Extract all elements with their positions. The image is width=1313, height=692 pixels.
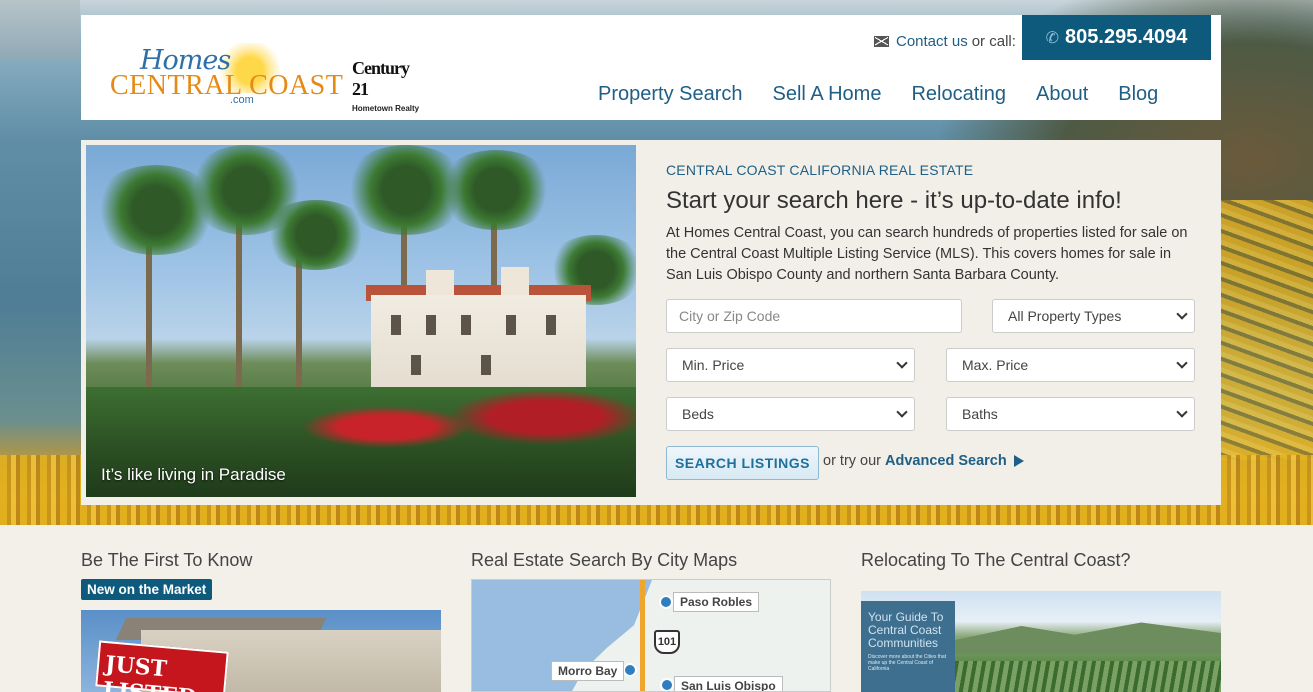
hero-photo: It’s like living in Paradise <box>86 145 636 497</box>
nav-blog[interactable]: Blog <box>1118 83 1158 106</box>
logo-central-coast-text: CENTRAL COAST <box>110 70 344 101</box>
wildflowers-right <box>1213 200 1313 460</box>
logo-com-text: .com <box>230 94 254 106</box>
max-price-select[interactable]: Max. Price <box>946 348 1195 382</box>
villa-window <box>391 315 401 335</box>
map-pin-icon <box>660 678 674 691</box>
contact-line: Contact us or call: <box>874 31 1016 51</box>
villa-window <box>461 315 471 335</box>
beds-select[interactable]: Beds <box>666 397 915 431</box>
map-label-morro-bay[interactable]: Morro Bay <box>551 661 625 681</box>
villa-tower <box>426 270 454 298</box>
contact-us-link[interactable]: Contact us <box>896 33 968 50</box>
chevron-down-icon <box>1176 406 1188 418</box>
envelope-icon <box>874 35 889 47</box>
city-zip-input[interactable]: City or Zip Code <box>666 299 962 333</box>
hero-panel: It’s like living in Paradise CENTRAL COA… <box>81 140 1221 505</box>
chevron-down-icon <box>896 357 908 369</box>
or-try-text: or try our <box>823 453 882 469</box>
max-price-value: Max. Price <box>962 357 1029 373</box>
chevron-down-icon <box>896 406 908 418</box>
chevron-down-icon <box>1176 308 1188 320</box>
relocating-image[interactable]: Your Guide To Central Coast Communities … <box>861 591 1221 692</box>
main-nav: Property Search Sell A Home Relocating A… <box>598 83 1188 106</box>
nav-sell-a-home[interactable]: Sell A Home <box>773 83 882 106</box>
palm-frond <box>436 150 556 230</box>
city-map[interactable]: 101 Paso Robles Morro Bay San Luis Obisp… <box>471 579 831 692</box>
baths-select[interactable]: Baths <box>946 397 1195 431</box>
search-panel: CENTRAL COAST CALIFORNIA REAL ESTATE Sta… <box>666 162 1201 286</box>
site-header: Homes CENTRAL COAST .com Century 21 Home… <box>81 15 1221 120</box>
highway-line <box>640 580 645 691</box>
min-price-value: Min. Price <box>682 357 745 373</box>
map-pin-icon <box>623 663 637 677</box>
villa-window <box>481 355 491 375</box>
first-to-know-title: Be The First To Know <box>81 550 253 570</box>
villa-window <box>546 315 556 335</box>
min-price-select[interactable]: Min. Price <box>666 348 915 382</box>
villa-window <box>426 315 436 335</box>
century21-logo[interactable]: Century 21 Hometown Realty <box>352 58 427 113</box>
homes-central-coast-logo[interactable]: Homes CENTRAL COAST .com <box>110 43 343 107</box>
relocating-title: Relocating To The Central Coast? <box>861 550 1131 570</box>
villa-tower <box>501 267 529 297</box>
beds-value: Beds <box>682 406 714 422</box>
phone-button[interactable]: ✆ 805.295.4094 <box>1022 15 1211 60</box>
map-pin-icon <box>659 595 673 609</box>
photo-caption: It’s like living in Paradise <box>101 465 286 484</box>
city-maps-title: Real Estate Search By City Maps <box>471 550 738 570</box>
just-listed-image[interactable]: JUST LISTED <box>81 610 441 692</box>
advanced-search-line: or try our Advanced Search <box>823 453 1024 469</box>
cliff-shape <box>0 0 80 60</box>
villa-window <box>506 315 516 335</box>
or-call-text: or call: <box>971 32 1016 50</box>
property-type-select[interactable]: All Property Types <box>992 299 1195 333</box>
phone-icon: ✆ <box>1045 29 1060 47</box>
phone-number: 805.295.4094 <box>1065 26 1188 48</box>
highway-101-shield: 101 <box>654 630 680 654</box>
section-eyebrow: CENTRAL COAST CALIFORNIA REAL ESTATE <box>666 162 974 178</box>
hero-intro: At Homes Central Coast, you can search h… <box>666 225 1188 283</box>
vineyard <box>955 661 1221 692</box>
century21-office: Hometown Realty <box>352 104 420 113</box>
new-on-market-badge[interactable]: New on the Market <box>81 579 213 600</box>
baths-value: Baths <box>962 406 998 422</box>
nav-property-search[interactable]: Property Search <box>598 83 743 106</box>
relocation-guide-cover: Your Guide To Central Coast Communities … <box>861 601 955 692</box>
guide-title: Your Guide To Central Coast Communities <box>868 610 944 650</box>
property-type-value: All Property Types <box>1008 308 1122 324</box>
map-label-san-luis-obispo[interactable]: San Luis Obispo <box>674 676 783 691</box>
villa <box>371 295 586 390</box>
hero-headline: Start your search here - it’s up-to-date… <box>666 187 1122 214</box>
play-arrow-icon <box>1013 455 1024 467</box>
advanced-search-link[interactable]: Advanced Search <box>885 453 1007 469</box>
chevron-down-icon <box>1176 357 1188 369</box>
nav-about[interactable]: About <box>1036 83 1088 106</box>
century21-wordmark: Century 21 <box>352 58 410 99</box>
search-listings-button[interactable]: SEARCH LISTINGS <box>666 446 819 480</box>
villa-window <box>411 355 421 375</box>
guide-subtitle: Discover more about the Cities that make… <box>868 654 947 672</box>
map-label-paso-robles[interactable]: Paso Robles <box>673 592 760 612</box>
hills <box>955 622 1221 654</box>
nav-relocating[interactable]: Relocating <box>911 83 1006 106</box>
